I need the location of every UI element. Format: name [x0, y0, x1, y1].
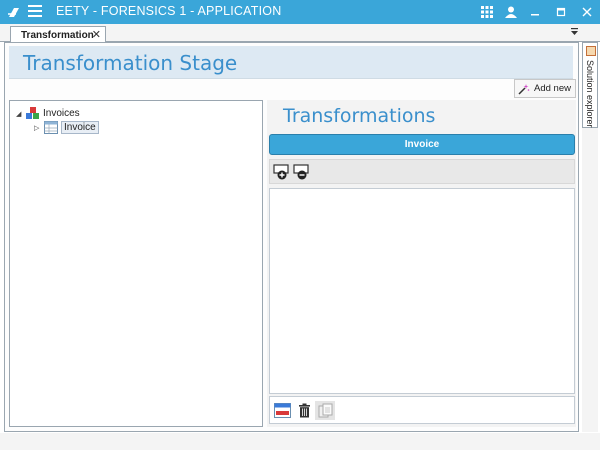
add-new-button[interactable]: Add new	[514, 79, 576, 98]
solution-explorer-tab[interactable]: Solution explorer	[582, 42, 598, 128]
tree-panel: ◢ Invoices ▷ Invoice	[9, 100, 263, 427]
document-tab-strip: Transformation ✕	[0, 24, 600, 43]
invoice-transformation-button[interactable]: Invoice	[269, 134, 575, 155]
apps-grid-icon[interactable]	[478, 3, 496, 21]
close-icon[interactable]	[578, 3, 596, 21]
title-bar: EETY - FORENSICS 1 - APPLICATION	[0, 0, 600, 24]
tree-node-label: Invoice	[61, 121, 99, 134]
remove-operation-icon[interactable]	[293, 164, 310, 180]
invoices-group-icon	[26, 107, 39, 119]
solution-explorer-label: Solution explorer	[585, 60, 595, 128]
page-title: Transformation Stage	[23, 51, 238, 75]
add-operation-icon[interactable]	[273, 164, 290, 180]
window-title: EETY - FORENSICS 1 - APPLICATION	[56, 4, 282, 18]
minimize-icon[interactable]	[526, 3, 544, 21]
tab-close-icon[interactable]: ✕	[92, 28, 101, 41]
copy-button[interactable]	[315, 401, 335, 420]
solution-explorer-icon	[586, 46, 596, 56]
add-new-label: Add new	[534, 83, 571, 94]
tree-node-label: Invoices	[43, 108, 80, 119]
stage-header: Transformation Stage	[9, 46, 573, 79]
transformations-title: Transformations	[283, 105, 436, 127]
tab-dropdown-icon[interactable]	[570, 27, 579, 38]
hamburger-menu-icon[interactable]	[28, 5, 42, 17]
table-icon	[44, 121, 58, 134]
tree-expand-icon[interactable]: ◢	[16, 110, 26, 118]
solution-explorer-sidebar: Solution explorer	[582, 42, 598, 432]
maximize-icon[interactable]	[552, 3, 570, 21]
trash-icon	[298, 403, 310, 418]
operations-toolbar	[269, 159, 575, 184]
edit-row-button[interactable]	[272, 401, 292, 420]
tree-node-invoice[interactable]: ▷ Invoice	[34, 121, 99, 134]
tree-node-invoices[interactable]: ◢ Invoices	[16, 107, 80, 120]
copy-disabled-icon	[318, 403, 332, 418]
delete-button[interactable]	[294, 401, 314, 420]
transformations-panel: Transformations Invoice	[267, 100, 576, 427]
transformation-stage-document: Transformation Stage Add new ◢ Invoices …	[4, 42, 579, 432]
tree-collapsed-icon[interactable]: ▷	[34, 124, 44, 132]
tab-label: Transformation	[21, 29, 94, 41]
transformation-list[interactable]	[269, 188, 575, 394]
edit-row-icon	[273, 403, 291, 418]
tab-transformation[interactable]: Transformation ✕	[10, 26, 106, 43]
bottom-toolbar	[269, 396, 575, 424]
user-icon[interactable]	[502, 3, 520, 21]
app-logo-icon	[8, 8, 19, 17]
magic-wand-icon	[518, 83, 530, 95]
status-bar	[0, 433, 600, 450]
